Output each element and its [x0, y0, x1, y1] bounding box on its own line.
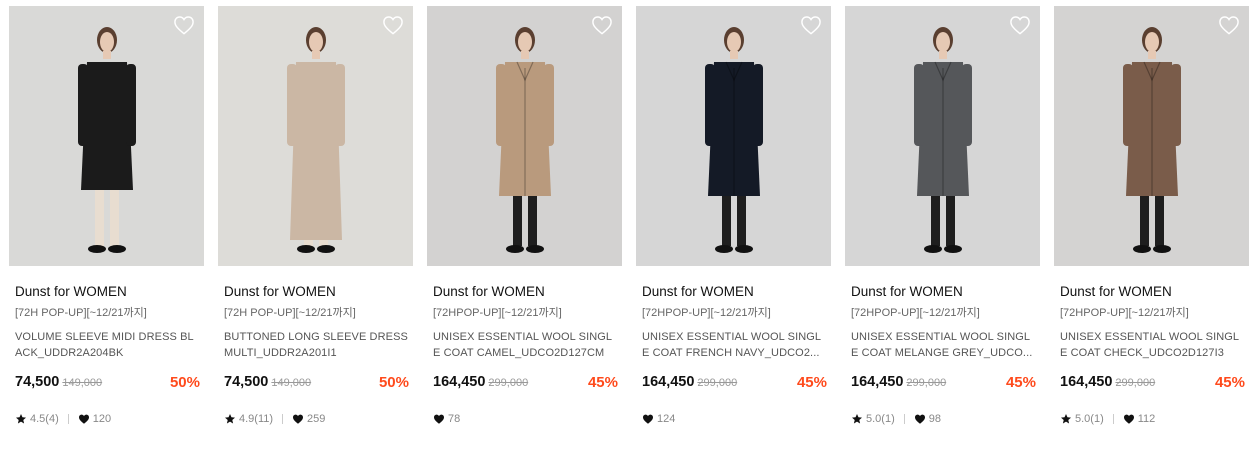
wishlist-heart-icon[interactable]	[382, 15, 404, 35]
likes-count: 120	[92, 413, 112, 425]
sale-price: 164,450	[642, 374, 695, 390]
product-card-6[interactable]: Dunst for WOMEN [72HPOP-UP][~12/21까지] UN…	[1054, 6, 1249, 426]
brand-name[interactable]: Dunst for WOMEN	[427, 284, 622, 300]
product-card-5[interactable]: Dunst for WOMEN [72HPOP-UP][~12/21까지] UN…	[845, 6, 1040, 426]
price-row: 74,500 149,000 50%	[218, 374, 413, 394]
wishlist-heart-icon[interactable]	[1009, 15, 1031, 35]
product-meta: 5.0(1) 98	[845, 412, 1040, 426]
product-card-3[interactable]: Dunst for WOMEN [72HPOP-UP][~12/21까지] UN…	[427, 6, 622, 426]
star-icon	[15, 413, 27, 425]
price-row: 164,450 299,000 45%	[636, 374, 831, 394]
product-meta: 4.5(4) 120	[9, 412, 204, 426]
brand-name[interactable]: Dunst for WOMEN	[9, 284, 204, 300]
star-icon	[224, 413, 236, 425]
price-row: 74,500 149,000 50%	[9, 374, 204, 394]
wishlist-heart-icon[interactable]	[591, 15, 613, 35]
rating-value: 4.9(11)	[239, 413, 274, 425]
discount-rate: 45%	[1005, 374, 1036, 391]
product-image[interactable]	[218, 6, 413, 266]
price-row: 164,450 299,000 45%	[1054, 374, 1249, 394]
product-meta: 78	[427, 412, 622, 426]
discount-rate: 50%	[169, 374, 200, 391]
brand-name[interactable]: Dunst for WOMEN	[845, 284, 1040, 300]
product-image[interactable]	[845, 6, 1040, 266]
star-icon	[851, 413, 863, 425]
product-card-1[interactable]: Dunst for WOMEN [72H POP-UP][~12/21까지] V…	[9, 6, 204, 426]
original-price: 299,000	[697, 377, 738, 389]
discount-rate: 50%	[378, 374, 409, 391]
discount-rate: 45%	[587, 374, 618, 391]
product-name[interactable]: BUTTONED LONG SLEEVE DRESS MULTI_UDDR2A2…	[218, 329, 413, 361]
original-price: 299,000	[1115, 377, 1156, 389]
brand-name[interactable]: Dunst for WOMEN	[636, 284, 831, 300]
star-icon	[1060, 413, 1072, 425]
wishlist-heart-icon[interactable]	[800, 15, 822, 35]
product-meta: 124	[636, 412, 831, 426]
likes-count: 98	[928, 413, 941, 425]
meta-divider	[903, 414, 905, 424]
model-figure	[286, 27, 345, 253]
promo-badge: [72HPOP-UP][~12/21까지]	[642, 307, 771, 319]
heart-filled-icon	[642, 413, 654, 425]
model-figure	[913, 27, 972, 253]
product-image[interactable]	[9, 6, 204, 266]
rating-value: 5.0(1)	[1075, 413, 1104, 425]
product-meta: 4.9(11) 259	[218, 412, 413, 426]
brand-name[interactable]: Dunst for WOMEN	[1054, 284, 1249, 300]
sale-price: 164,450	[433, 374, 486, 390]
likes-count: 78	[448, 413, 461, 425]
product-meta: 5.0(1) 112	[1054, 412, 1249, 426]
heart-filled-icon	[292, 413, 304, 425]
rating-value: 5.0(1)	[866, 413, 895, 425]
original-price: 149,000	[62, 377, 103, 389]
price-row: 164,450 299,000 45%	[427, 374, 622, 394]
heart-filled-icon	[1123, 413, 1135, 425]
model-figure	[704, 27, 763, 253]
model-figure	[495, 27, 554, 253]
product-card-4[interactable]: Dunst for WOMEN [72HPOP-UP][~12/21까지] UN…	[636, 6, 831, 426]
product-card-2[interactable]: Dunst for WOMEN [72H POP-UP][~12/21까지] B…	[218, 6, 413, 426]
product-grid: Dunst for WOMEN [72H POP-UP][~12/21까지] V…	[9, 6, 1249, 426]
sale-price: 164,450	[1060, 374, 1113, 390]
discount-rate: 45%	[1214, 374, 1245, 391]
original-price: 149,000	[271, 377, 312, 389]
heart-filled-icon	[78, 413, 90, 425]
product-name[interactable]: UNISEX ESSENTIAL WOOL SINGLE COAT CHECK_…	[1054, 329, 1249, 361]
promo-badge: [72HPOP-UP][~12/21까지]	[851, 307, 980, 319]
meta-divider	[1112, 414, 1114, 424]
product-name[interactable]: VOLUME SLEEVE MIDI DRESS BLACK_UDDR2A204…	[9, 329, 204, 361]
product-image[interactable]	[1054, 6, 1249, 266]
promo-badge: [72HPOP-UP][~12/21까지]	[1060, 307, 1189, 319]
promo-badge: [72H POP-UP][~12/21까지]	[224, 307, 356, 319]
discount-rate: 45%	[796, 374, 827, 391]
sale-price: 74,500	[224, 374, 269, 390]
rating-value: 4.5(4)	[30, 413, 59, 425]
heart-filled-icon	[914, 413, 926, 425]
likes-count: 259	[307, 413, 326, 425]
promo-badge: [72H POP-UP][~12/21까지]	[15, 307, 147, 319]
original-price: 299,000	[906, 377, 947, 389]
meta-divider	[67, 414, 69, 424]
brand-name[interactable]: Dunst for WOMEN	[218, 284, 413, 300]
product-name[interactable]: UNISEX ESSENTIAL WOOL SINGLE COAT CAMEL_…	[427, 329, 622, 361]
price-row: 164,450 299,000 45%	[845, 374, 1040, 394]
likes-count: 112	[1137, 413, 1156, 425]
sale-price: 74,500	[15, 374, 60, 390]
wishlist-heart-icon[interactable]	[1218, 15, 1240, 35]
heart-filled-icon	[433, 413, 445, 425]
sale-price: 164,450	[851, 374, 904, 390]
product-name[interactable]: UNISEX ESSENTIAL WOOL SINGLE COAT FRENCH…	[636, 329, 831, 361]
meta-divider	[282, 414, 284, 424]
wishlist-heart-icon[interactable]	[173, 15, 195, 35]
product-image[interactable]	[636, 6, 831, 266]
likes-count: 124	[657, 413, 676, 425]
product-name[interactable]: UNISEX ESSENTIAL WOOL SINGLE COAT MELANG…	[845, 329, 1040, 361]
promo-badge: [72HPOP-UP][~12/21까지]	[433, 307, 562, 319]
model-figure	[1122, 27, 1181, 253]
original-price: 299,000	[488, 377, 529, 389]
model-figure	[77, 27, 136, 253]
product-image[interactable]	[427, 6, 622, 266]
